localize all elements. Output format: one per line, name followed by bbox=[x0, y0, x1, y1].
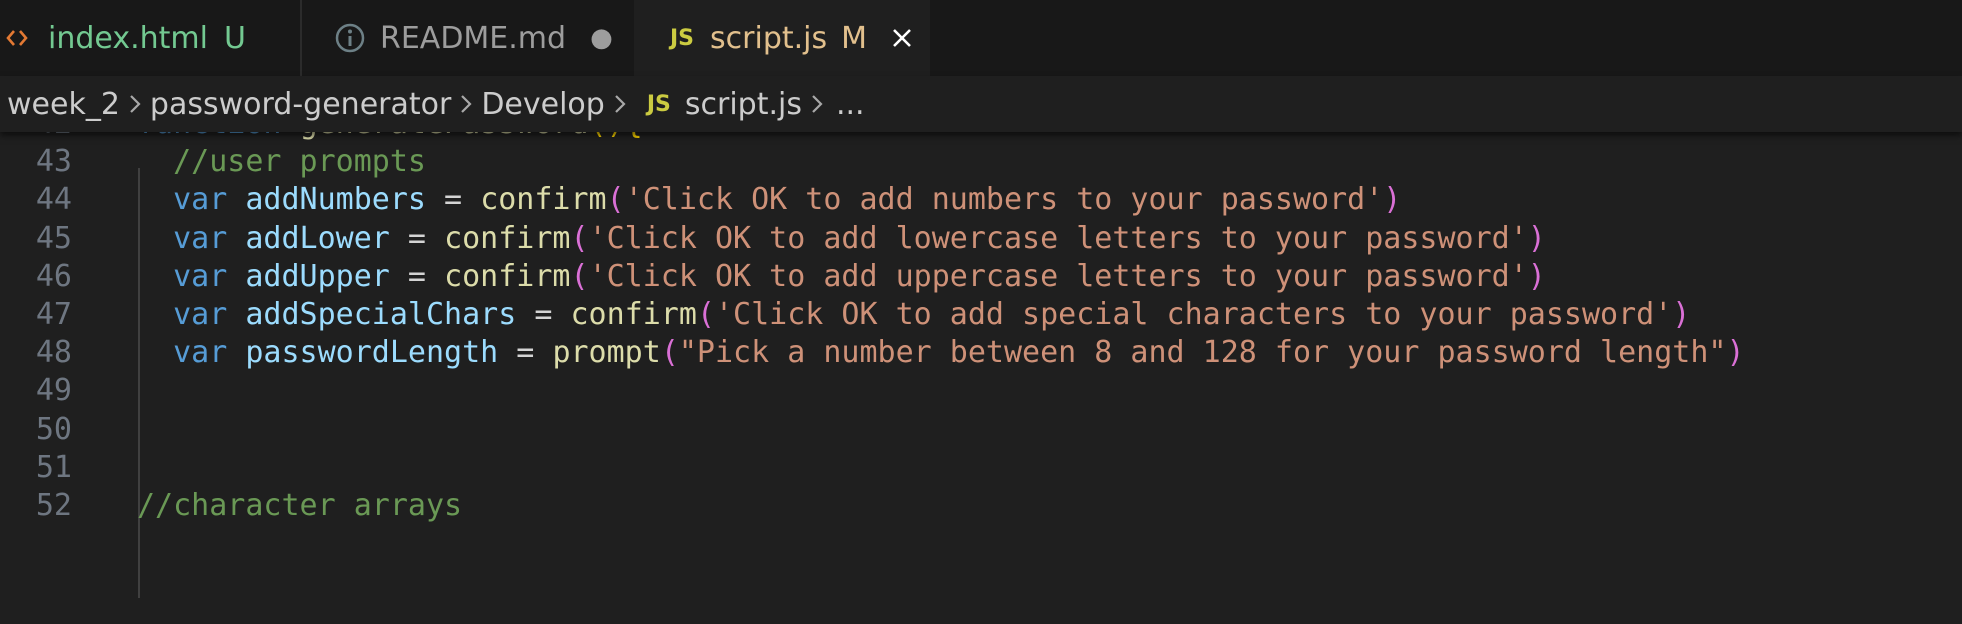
breadcrumb-item-script-js[interactable]: JS script.js bbox=[647, 87, 802, 122]
code-token: 'Click OK to add special characters to y… bbox=[715, 297, 1673, 332]
code-token: = bbox=[389, 220, 445, 256]
editor-tab-bar: index.html U README.md ● JS script.js M bbox=[0, 0, 1962, 76]
code-token: confirm bbox=[444, 220, 571, 256]
breadcrumb-file-label: script.js bbox=[684, 86, 802, 122]
code-token: addUpper bbox=[245, 258, 390, 294]
breadcrumb-more[interactable]: ... bbox=[836, 87, 865, 122]
tab-readme-md[interactable]: README.md ● bbox=[302, 0, 634, 76]
chevron-right-icon bbox=[128, 92, 142, 116]
code-token: = bbox=[516, 297, 571, 332]
unsaved-dot-icon[interactable]: ● bbox=[590, 23, 613, 53]
code-token: "Pick a number between 8 and 128 for you… bbox=[678, 335, 1727, 371]
code-token: ) bbox=[1527, 220, 1546, 256]
code-token: 'Click OK to add lowercase letters to yo… bbox=[588, 220, 1528, 256]
js-icon: JS bbox=[670, 25, 695, 51]
code-token: ( bbox=[660, 335, 679, 371]
code-token: var bbox=[173, 182, 228, 218]
code-icon bbox=[4, 28, 30, 48]
code-token: confirm bbox=[570, 297, 697, 332]
close-icon[interactable] bbox=[891, 27, 913, 49]
code-token: 'Click OK to add numbers to your passwor… bbox=[624, 182, 1384, 218]
code-token: passwordLength bbox=[245, 335, 499, 371]
code-token: ( bbox=[606, 182, 625, 218]
code-token: var bbox=[173, 220, 228, 256]
code-token: //user prompts bbox=[173, 144, 426, 180]
code-token: ) bbox=[1383, 182, 1402, 218]
tab-status-badge: M bbox=[841, 20, 868, 56]
breadcrumb: week_2 password-generator Develop JS scr… bbox=[0, 76, 1962, 132]
code-token: addSpecialChars bbox=[245, 297, 517, 332]
js-icon: JS bbox=[646, 91, 671, 117]
code-token: = bbox=[426, 182, 481, 218]
code-token: ) bbox=[1726, 335, 1745, 371]
code-token: addNumbers bbox=[245, 182, 426, 218]
code-token: ) bbox=[1672, 297, 1691, 332]
breadcrumb-item-week-2[interactable]: week_2 bbox=[7, 87, 120, 122]
tab-status-badge: U bbox=[223, 20, 246, 56]
code-line[interactable]: 52 //character arrays bbox=[0, 482, 1962, 530]
code-text: //character arrays bbox=[137, 482, 462, 530]
chevron-right-icon bbox=[613, 92, 627, 116]
code-token: ( bbox=[570, 220, 589, 256]
code-token: var bbox=[173, 335, 228, 371]
code-token: prompt bbox=[552, 335, 661, 371]
chevron-right-icon bbox=[459, 92, 473, 116]
breadcrumb-item-password-generator[interactable]: password-generator bbox=[150, 87, 451, 122]
tab-index-html[interactable]: index.html U bbox=[0, 0, 300, 76]
code-token: confirm bbox=[480, 182, 607, 218]
code-editor[interactable]: 42function generatePassword(){43 //user … bbox=[0, 132, 1962, 624]
chevron-right-icon bbox=[810, 92, 824, 116]
code-token: confirm bbox=[444, 258, 571, 294]
tab-script-js[interactable]: JS script.js M bbox=[634, 0, 930, 76]
code-token: 'Click OK to add uppercase letters to yo… bbox=[588, 258, 1528, 294]
code-token: ( bbox=[570, 258, 589, 294]
code-token: ( bbox=[696, 297, 715, 332]
tab-label: index.html bbox=[48, 20, 208, 56]
line-number: 52 bbox=[35, 488, 72, 523]
code-token: = bbox=[389, 258, 445, 294]
code-token: var bbox=[173, 297, 228, 332]
breadcrumb-item-develop[interactable]: Develop bbox=[481, 87, 605, 122]
tab-label: script.js bbox=[710, 20, 828, 56]
code-token: //character arrays bbox=[137, 488, 463, 523]
info-icon bbox=[334, 22, 366, 54]
code-token: ) bbox=[1527, 258, 1546, 294]
code-token: = bbox=[498, 335, 553, 371]
code-token: var bbox=[173, 258, 228, 294]
code-token: addLower bbox=[245, 220, 390, 256]
tab-label: README.md bbox=[380, 20, 567, 56]
